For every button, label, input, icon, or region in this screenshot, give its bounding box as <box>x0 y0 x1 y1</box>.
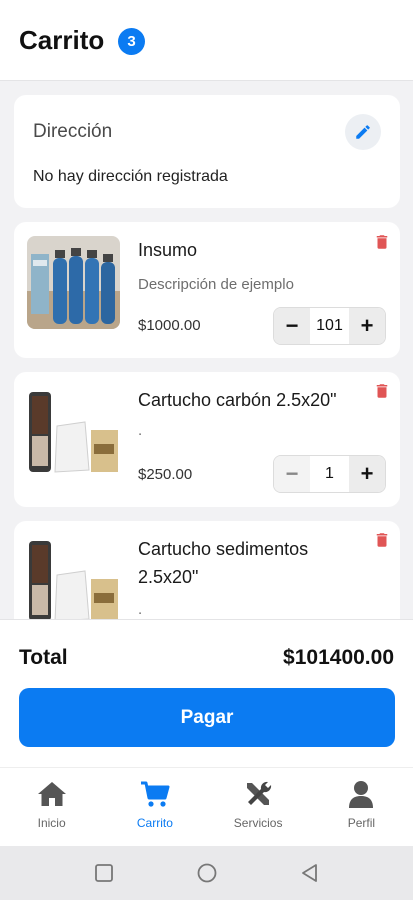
product-description: . <box>138 422 143 439</box>
cart-icon <box>140 781 170 807</box>
bottom-tab-bar: Inicio Carrito Servicios Perfil <box>0 767 413 846</box>
tab-label: Servicios <box>233 816 283 830</box>
tab-carrito[interactable]: Carrito <box>103 768 206 846</box>
user-icon <box>349 781 374 808</box>
tab-label: Carrito <box>136 816 173 830</box>
cart-scroll-area[interactable]: Dirección No hay dirección registrada In… <box>0 81 413 620</box>
tab-perfil[interactable]: Perfil <box>310 768 413 846</box>
product-description: . <box>138 601 143 618</box>
app-header: Carrito 3 <box>0 0 413 81</box>
product-name: Cartucho sedimentos 2.5x20" <box>138 535 368 591</box>
system-navigation-bar <box>0 846 413 900</box>
decrease-quantity-button[interactable]: − <box>274 456 310 492</box>
total-value: $101400.00 <box>283 646 394 669</box>
address-text: No hay dirección registrada <box>33 168 228 185</box>
pay-button[interactable]: Pagar <box>19 688 395 747</box>
quantity-value: 1 <box>310 456 349 492</box>
trash-icon[interactable] <box>373 531 391 549</box>
product-name: Insumo <box>138 240 198 260</box>
product-name-line: 2.5x20" <box>138 567 199 587</box>
edit-address-button[interactable] <box>345 114 381 150</box>
checkout-panel: Total $101400.00 Pagar <box>0 619 413 767</box>
home-icon <box>37 782 66 806</box>
quantity-stepper: − 1 + <box>273 455 386 493</box>
tab-inicio[interactable]: Inicio <box>0 768 103 846</box>
product-image-filters <box>27 236 120 329</box>
cart-item: Cartucho carbón 2.5x20" . $250.00 − 1 + <box>14 372 400 507</box>
product-name-line: Cartucho sedimentos <box>138 539 309 559</box>
decrease-quantity-button[interactable]: − <box>274 308 310 344</box>
tab-servicios[interactable]: Servicios <box>207 768 310 846</box>
quantity-value: 101 <box>310 308 349 344</box>
triangle-back-icon[interactable] <box>300 863 320 883</box>
tab-label: Perfil <box>347 816 376 830</box>
product-price: $250.00 <box>138 466 193 483</box>
address-title: Dirección <box>33 121 113 142</box>
quantity-stepper: − 101 + <box>273 307 386 345</box>
trash-icon[interactable] <box>373 382 391 400</box>
product-image-cartridge <box>27 535 120 620</box>
pencil-icon <box>356 125 370 139</box>
page-title: Carrito <box>19 25 105 55</box>
product-image-cartridge <box>27 386 120 479</box>
circle-home-icon[interactable] <box>197 863 217 883</box>
address-card: Dirección No hay dirección registrada <box>14 95 400 208</box>
product-description: Descripción de ejemplo <box>138 276 294 293</box>
tab-label: Inicio <box>37 816 66 830</box>
cart-item: Insumo Descripción de ejemplo $1000.00 −… <box>14 222 400 358</box>
tools-icon <box>247 781 272 805</box>
total-label: Total <box>19 646 68 669</box>
trash-icon[interactable] <box>373 233 391 251</box>
increase-quantity-button[interactable]: + <box>349 456 385 492</box>
square-recent-icon[interactable] <box>94 863 114 883</box>
product-price: $1000.00 <box>138 317 201 334</box>
product-name: Cartucho carbón 2.5x20" <box>138 390 337 410</box>
increase-quantity-button[interactable]: + <box>349 308 385 344</box>
cart-count-badge: 3 <box>118 28 145 55</box>
cart-item: Cartucho sedimentos 2.5x20" . <box>14 521 400 620</box>
